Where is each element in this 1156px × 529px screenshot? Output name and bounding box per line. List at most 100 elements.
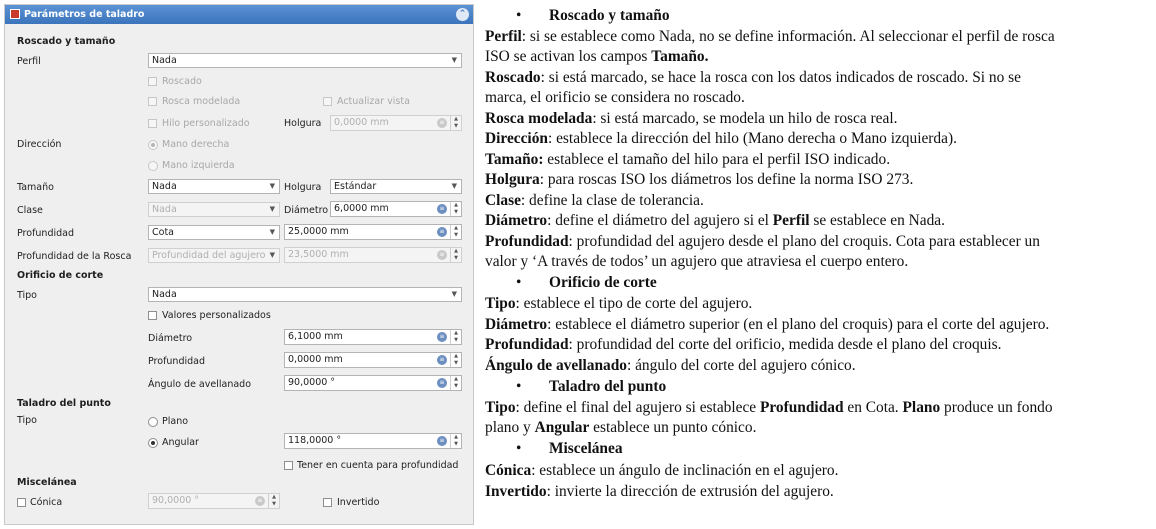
expression-icon[interactable]: ≡	[437, 204, 447, 214]
cut-type-label: Tipo	[17, 290, 37, 301]
chevron-down-icon: ▼	[451, 182, 457, 190]
update-view-label: Actualizar vista	[337, 96, 410, 107]
depth-label: Profundidad	[17, 228, 75, 239]
spin-arrows-icon[interactable]: ▲ ▼	[450, 248, 461, 262]
term-tipo: Tipo	[485, 295, 516, 312]
para-clase: Clase: define la clase de tolerancia.	[485, 191, 704, 212]
angled-radio[interactable]	[148, 438, 158, 448]
right-hand-radio[interactable]	[148, 140, 158, 150]
expression-icon[interactable]: ≡	[437, 355, 447, 365]
para-cut-profundidad: Profundidad: profundidad del corte del o…	[485, 335, 1001, 356]
thread-depth-input[interactable]: 23,5000 mm ≡ ▲ ▼	[284, 247, 462, 263]
collapse-icon[interactable]: ⌃	[456, 8, 469, 21]
text-perfil-1: : si se establece como Nada, no se defin…	[521, 28, 1055, 45]
term-tamano-2: Tamaño:	[485, 151, 544, 168]
cut-diameter-input[interactable]: 6,1000 mm ≡ ▲ ▼	[284, 329, 462, 345]
spin-arrows-icon[interactable]: ▲ ▼	[450, 330, 461, 344]
clearance-input[interactable]: 0,0000 mm ≡ ▲ ▼	[330, 115, 462, 131]
term-diametro: Diámetro	[485, 212, 548, 229]
spin-arrows-icon[interactable]: ▲ ▼	[450, 116, 461, 130]
cut-type-select[interactable]: Nada ▼	[148, 287, 462, 302]
cut-depth-label: Profundidad	[148, 356, 206, 367]
text-perfil-2: ISO se activan los campos	[485, 48, 652, 65]
text-conica: : establece un ángulo de inclinación en …	[531, 462, 839, 479]
text-direccion: : establece la dirección del hilo (Mano …	[547, 130, 957, 147]
threaded-checkbox[interactable]	[148, 77, 157, 86]
diameter-input[interactable]: 6,0000 mm ≡ ▲ ▼	[330, 201, 462, 217]
panel-title: Parámetros de taladro	[24, 9, 145, 20]
depth-type-select[interactable]: Cota ▼	[148, 225, 280, 240]
custom-values-label: Valores personalizados	[162, 310, 271, 321]
clearance-select[interactable]: Estándar ▼	[330, 179, 462, 194]
depth-value: 25,0000 mm	[288, 226, 349, 237]
custom-values-checkbox[interactable]	[148, 311, 157, 320]
custom-thread-checkbox[interactable]	[148, 119, 157, 128]
spin-arrows-icon[interactable]: ▲ ▼	[268, 494, 279, 508]
profile-label: Perfil	[17, 56, 41, 67]
term-angulo: Ángulo de avellanado	[485, 357, 627, 374]
term-clase: Clase	[485, 192, 521, 209]
heading-cut: Orificio de corte	[516, 273, 657, 294]
countersink-angle-label: Ángulo de avellanado	[148, 379, 252, 390]
para-direccion: Dirección: establece la dirección del hi…	[485, 129, 957, 150]
size-select[interactable]: Nada ▼	[148, 179, 280, 194]
term-cut-profundidad: Profundidad	[485, 336, 569, 353]
model-thread-checkbox[interactable]	[148, 97, 157, 106]
term-tamano: Tamaño.	[651, 48, 709, 65]
expression-icon[interactable]: ≡	[255, 496, 265, 506]
spin-arrows-icon[interactable]: ▲ ▼	[450, 434, 461, 448]
tapered-checkbox[interactable]	[17, 498, 26, 507]
diameter-value: 6,0000 mm	[334, 203, 389, 214]
section-drill-point: Taladro del punto	[17, 398, 111, 409]
expression-icon[interactable]: ≡	[437, 118, 447, 128]
left-hand-radio[interactable]	[148, 161, 158, 171]
spin-arrows-icon[interactable]: ▲ ▼	[450, 376, 461, 390]
term-conica: Cónica	[485, 462, 532, 479]
class-value: Nada	[152, 204, 177, 215]
class-select[interactable]: Nada ▼	[148, 202, 280, 217]
term-direccion: Dirección	[485, 130, 548, 147]
para-perfil-2: ISO se activan los campos Tamaño.	[485, 47, 708, 68]
term-profundidad: Profundidad	[485, 233, 569, 250]
heading-misc: Miscelánea	[516, 439, 622, 460]
expression-icon[interactable]: ≡	[437, 227, 447, 237]
flat-radio[interactable]	[148, 417, 158, 427]
term-invertido: Invertido	[485, 483, 547, 500]
term-holgura: Holgura	[485, 171, 540, 188]
drill-angle-input[interactable]: 118,0000 ° ≡ ▲ ▼	[284, 433, 462, 449]
spin-arrows-icon[interactable]: ▲ ▼	[450, 225, 461, 239]
text-holgura: : para roscas ISO los diámetros los defi…	[539, 171, 914, 188]
thread-depth-value: 23,5000 mm	[288, 249, 349, 260]
flat-label: Plano	[162, 416, 189, 427]
cut-depth-input[interactable]: 0,0000 mm ≡ ▲ ▼	[284, 352, 462, 368]
profile-select[interactable]: Nada ▼	[148, 53, 462, 68]
section-cut: Orificio de corte	[17, 270, 104, 281]
expression-icon[interactable]: ≡	[437, 378, 447, 388]
para-holgura: Holgura: para roscas ISO los diámetros l…	[485, 170, 913, 191]
model-thread-label: Rosca modelada	[162, 96, 241, 107]
take-into-account-checkbox[interactable]	[284, 461, 293, 470]
spin-arrows-icon[interactable]: ▲ ▼	[450, 202, 461, 216]
para-invertido: Invertido: invierte la dirección de extr…	[485, 482, 834, 503]
thread-depth-type-select[interactable]: Profundidad del agujero ▼	[148, 248, 280, 263]
tapered-angle-input[interactable]: 90,0000 ° ≡ ▲ ▼	[148, 493, 280, 509]
reversed-checkbox[interactable]	[323, 498, 332, 507]
text-drill-tipo-2: en Cota.	[843, 399, 903, 416]
threaded-label: Roscado	[162, 76, 202, 87]
text-invertido: : invierte la dirección de extrusión del…	[546, 483, 834, 500]
countersink-angle-input[interactable]: 90,0000 ° ≡ ▲ ▼	[284, 375, 462, 391]
para-conica: Cónica: establece un ángulo de inclinaci…	[485, 461, 838, 482]
expression-icon[interactable]: ≡	[437, 436, 447, 446]
size-value: Nada	[152, 181, 177, 192]
para-diametro: Diámetro: define el diámetro del agujero…	[485, 211, 945, 232]
expression-icon[interactable]: ≡	[437, 332, 447, 342]
cut-diameter-label: Diámetro	[148, 333, 193, 344]
depth-input[interactable]: 25,0000 mm ≡ ▲ ▼	[284, 224, 462, 240]
update-view-checkbox[interactable]	[323, 97, 332, 106]
direction-label: Dirección	[17, 139, 62, 150]
spin-arrows-icon[interactable]: ▲ ▼	[450, 353, 461, 367]
clearance-value: 0,0000 mm	[334, 117, 389, 128]
expression-icon[interactable]: ≡	[437, 250, 447, 260]
cut-depth-value: 0,0000 mm	[288, 354, 343, 365]
text-roscado-1: : si está marcado, se hace la rosca con …	[540, 69, 1021, 86]
